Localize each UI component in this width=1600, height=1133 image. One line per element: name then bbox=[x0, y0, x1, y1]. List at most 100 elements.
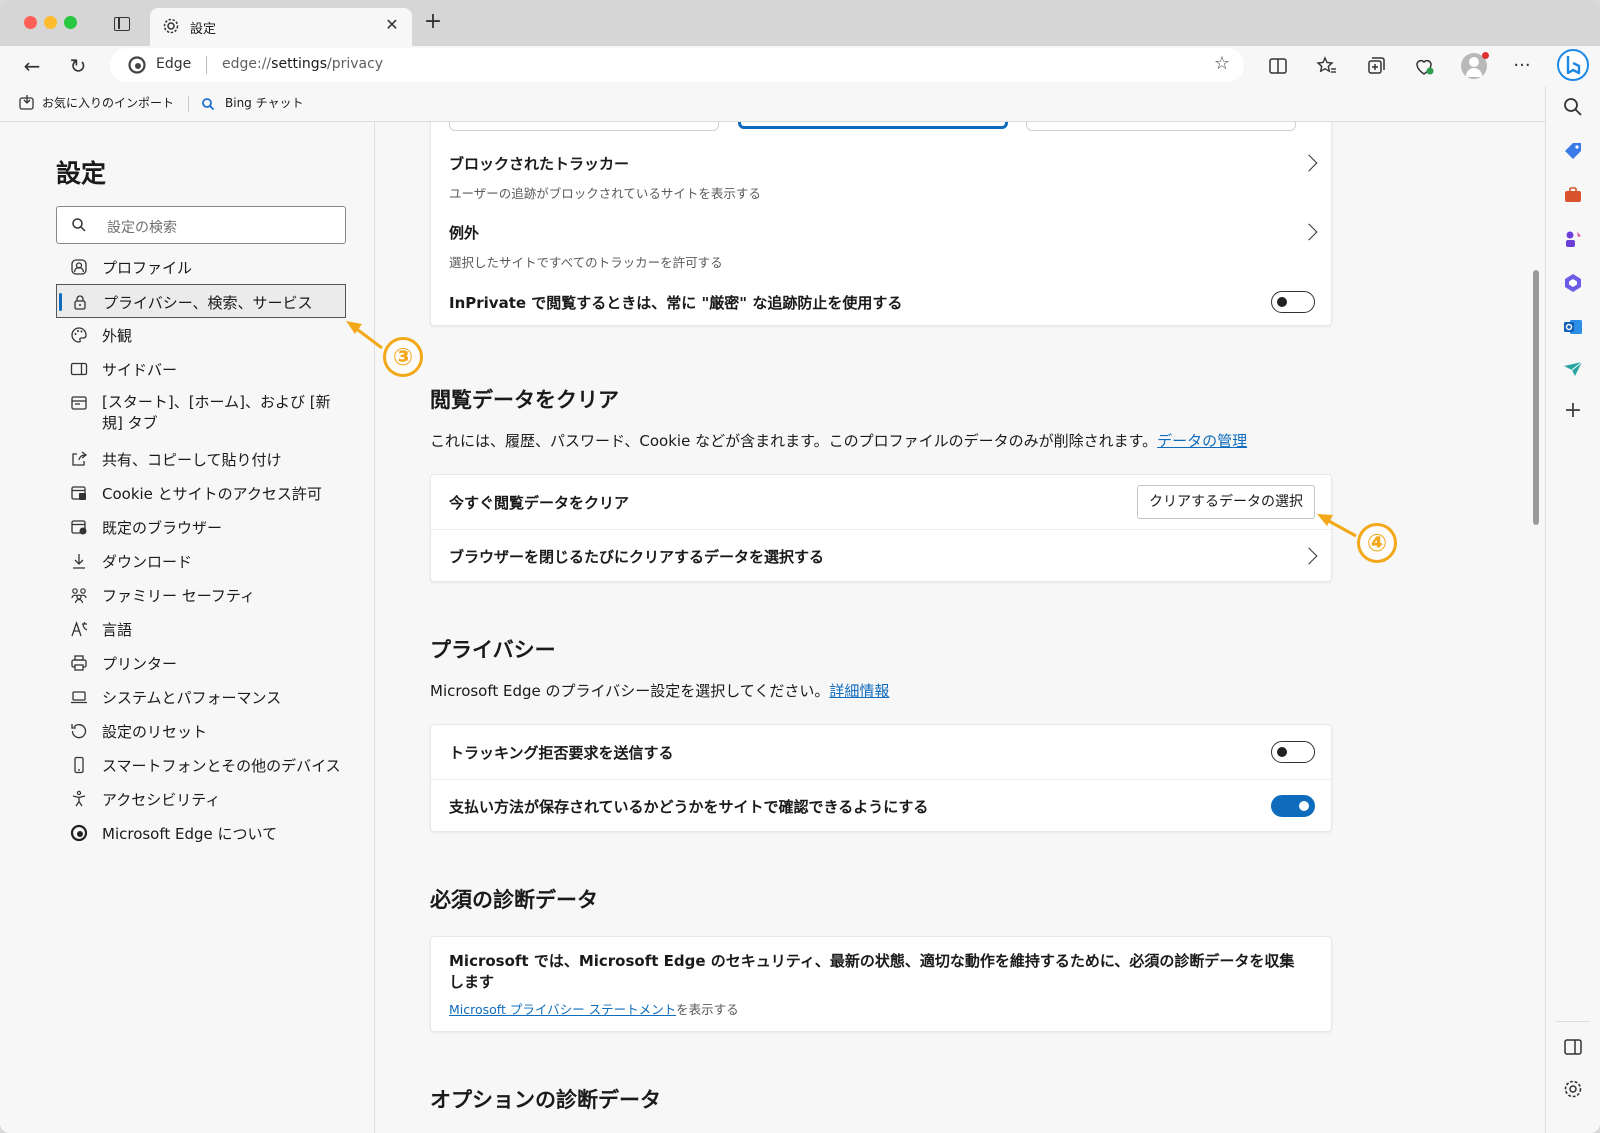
address-bar[interactable]: Edge edge://settings/privacy ☆ bbox=[110, 48, 1244, 82]
clear-on-close-row[interactable]: ブラウザーを閉じるたびにクリアするデータを選択する bbox=[431, 530, 1333, 583]
browser-essentials-icon[interactable] bbox=[1412, 54, 1436, 78]
sidebar-divider bbox=[1556, 1021, 1590, 1022]
content-scrollbar[interactable] bbox=[1530, 120, 1542, 1133]
sidebar-item-languages[interactable]: 言語 bbox=[56, 612, 346, 646]
choose-data-to-clear-button[interactable]: クリアするデータの選択 bbox=[1137, 485, 1315, 519]
sidebar-item-cookies[interactable]: Cookie とサイトのアクセス許可 bbox=[56, 476, 346, 510]
default-browser-icon bbox=[71, 520, 87, 535]
sidebar-item-default-browser[interactable]: 既定のブラウザー bbox=[56, 510, 346, 544]
tools-briefcase-icon[interactable] bbox=[1562, 184, 1584, 206]
sidebar-item-label: 既定のブラウザー bbox=[102, 519, 223, 537]
do-not-track-toggle[interactable] bbox=[1271, 741, 1315, 763]
lock-icon bbox=[74, 295, 86, 310]
games-icon[interactable] bbox=[1562, 228, 1584, 250]
inprivate-strict-row: InPrivate で閲覧するときは、常に "厳密" な追跡防止を使用する bbox=[431, 281, 1333, 325]
sidebar-item-about[interactable]: Microsoft Edge について bbox=[56, 816, 346, 850]
sidebar-item-share[interactable]: 共有、コピーして貼り付け bbox=[56, 442, 346, 476]
sidebar-item-label: ダウンロード bbox=[102, 553, 193, 571]
edge-logo-icon bbox=[70, 824, 88, 842]
settings-nav: 設定 設定の検索 プロファイル プライバシー、検索、サービス 外観 サイドバー … bbox=[0, 122, 375, 1133]
back-button[interactable]: ← bbox=[18, 52, 46, 80]
avatar-head bbox=[1469, 57, 1479, 67]
sidebar-item-label: 設定のリセット bbox=[102, 723, 208, 741]
start-home-icon bbox=[71, 396, 87, 410]
hide-sidebar-icon[interactable] bbox=[1562, 1036, 1584, 1058]
avatar[interactable] bbox=[1461, 52, 1489, 79]
favorite-item-import[interactable]: お気に入りのインポート bbox=[42, 94, 174, 111]
tracking-prevention-card: ブロックされたトラッカー ユーザーの追跡がブロックされているサイトを表示する 例… bbox=[430, 122, 1332, 326]
tab-actions-icon[interactable] bbox=[114, 17, 130, 31]
sidebar-item-label: プライバシー、検索、サービス bbox=[103, 294, 313, 312]
inprivate-strict-toggle[interactable] bbox=[1271, 291, 1315, 313]
tracking-level-basic[interactable] bbox=[449, 122, 719, 131]
sidebar-item-printers[interactable]: プリンター bbox=[56, 646, 346, 680]
settings-content: ブロックされたトラッカー ユーザーの追跡がブロックされているサイトを表示する 例… bbox=[376, 122, 1545, 1133]
outlook-icon[interactable] bbox=[1562, 316, 1584, 338]
sidebar-item-start-home[interactable]: [スタート]、[ホーム]、および [新規] タブ bbox=[56, 388, 346, 434]
sidebar-item-privacy[interactable]: プライバシー、検索、サービス bbox=[56, 284, 346, 318]
manage-data-link[interactable]: データの管理 bbox=[1157, 432, 1247, 450]
sidebar-item-label: システムとパフォーマンス bbox=[102, 689, 282, 707]
sidebar-item-reset[interactable]: 設定のリセット bbox=[56, 714, 346, 748]
reset-icon bbox=[71, 724, 87, 739]
favorite-star-icon[interactable]: ☆ bbox=[1212, 54, 1232, 74]
sidebar-item-label: 共有、コピーして貼り付け bbox=[102, 451, 282, 469]
add-sidebar-app-icon[interactable]: + bbox=[1562, 400, 1584, 422]
sidebar-item-system[interactable]: システムとパフォーマンス bbox=[56, 680, 346, 714]
search-placeholder: 設定の検索 bbox=[107, 220, 177, 236]
blocked-trackers-subtitle: ユーザーの追跡がブロックされているサイトを表示する bbox=[449, 186, 761, 201]
collections-icon[interactable] bbox=[1364, 54, 1388, 78]
annotation-marker-3: ③ bbox=[383, 337, 423, 377]
url-path: /privacy bbox=[327, 56, 384, 72]
address-brand: Edge bbox=[156, 56, 192, 72]
privacy-statement-suffix: を表示する bbox=[676, 1002, 739, 1017]
exceptions-row[interactable]: 例外 選択したサイトですべてのトラッカーを許可する bbox=[431, 213, 1333, 279]
learn-more-link[interactable]: 詳細情報 bbox=[829, 682, 889, 700]
blocked-trackers-row[interactable]: ブロックされたトラッカー ユーザーの追跡がブロックされているサイトを表示する bbox=[431, 145, 1333, 211]
microsoft365-icon[interactable] bbox=[1562, 272, 1584, 294]
close-window-button[interactable] bbox=[24, 16, 37, 29]
shopping-tag-icon[interactable] bbox=[1562, 140, 1584, 162]
more-menu-icon[interactable]: ··· bbox=[1508, 52, 1536, 80]
url-scheme: edge:// bbox=[222, 56, 272, 72]
new-tab-button[interactable]: + bbox=[422, 11, 444, 34]
sidebar-item-sidebar[interactable]: サイドバー bbox=[56, 352, 346, 386]
laptop-icon bbox=[71, 691, 87, 704]
privacy-statement-link[interactable]: Microsoft プライバシー ステートメント bbox=[449, 1002, 676, 1017]
tracking-level-balanced[interactable] bbox=[738, 122, 1008, 129]
sidebar-item-family-safety[interactable]: ファミリー セーフティ bbox=[56, 578, 346, 612]
sidebar-item-label: ファミリー セーフティ bbox=[102, 587, 255, 605]
refresh-button[interactable]: ↻ bbox=[64, 52, 92, 80]
scrollbar-thumb[interactable] bbox=[1533, 270, 1539, 525]
maximize-window-button[interactable] bbox=[64, 16, 77, 29]
sidebar-item-profile[interactable]: プロファイル bbox=[56, 250, 346, 284]
privacy-card: トラッキング拒否要求を送信する 支払い方法が保存されているかどうかをサイトで確認… bbox=[430, 724, 1333, 832]
tab-settings[interactable]: 設定 ✕ bbox=[150, 8, 412, 46]
settings-search-input[interactable]: 設定の検索 bbox=[56, 206, 346, 244]
privacy-statement-line: Microsoft プライバシー ステートメントを表示する bbox=[449, 999, 739, 1018]
exceptions-subtitle: 選択したサイトですべてのトラッカーを許可する bbox=[449, 255, 723, 270]
close-tab-icon[interactable]: ✕ bbox=[382, 15, 402, 35]
search-icon[interactable] bbox=[1562, 96, 1584, 118]
minimize-window-button[interactable] bbox=[44, 16, 57, 29]
sidebar-item-downloads[interactable]: ダウンロード bbox=[56, 544, 346, 578]
sidebar-item-accessibility[interactable]: アクセシビリティ bbox=[56, 782, 346, 816]
split-screen-icon[interactable] bbox=[1266, 54, 1290, 78]
sidebar-item-label: 言語 bbox=[102, 621, 133, 639]
sidebar-item-appearance[interactable]: 外観 bbox=[56, 318, 346, 352]
family-icon bbox=[71, 588, 87, 604]
language-icon bbox=[71, 621, 88, 637]
copilot-bing-icon[interactable] bbox=[1556, 48, 1590, 82]
favorites-icon[interactable] bbox=[1315, 54, 1339, 78]
sidebar-item-phone[interactable]: スマートフォンとその他のデバイス bbox=[56, 748, 346, 782]
download-icon bbox=[73, 554, 85, 569]
tracking-level-strict[interactable] bbox=[1026, 122, 1296, 131]
payment-methods-toggle[interactable] bbox=[1271, 795, 1315, 817]
drop-send-icon[interactable] bbox=[1562, 358, 1584, 380]
optional-diagnostics-heading: オプションの診断データ bbox=[430, 1088, 661, 1112]
favorite-item-bing-chat[interactable]: Bing チャット bbox=[225, 94, 303, 111]
cookie-permissions-icon bbox=[71, 486, 86, 500]
required-diagnostics-card: Microsoft では、Microsoft Edge のセキュリティ、最新の状… bbox=[430, 936, 1332, 1032]
sidebar-settings-gear-icon[interactable] bbox=[1562, 1078, 1584, 1100]
privacy-description: Microsoft Edge のプライバシー設定を選択してください。詳細情報 bbox=[430, 680, 889, 701]
